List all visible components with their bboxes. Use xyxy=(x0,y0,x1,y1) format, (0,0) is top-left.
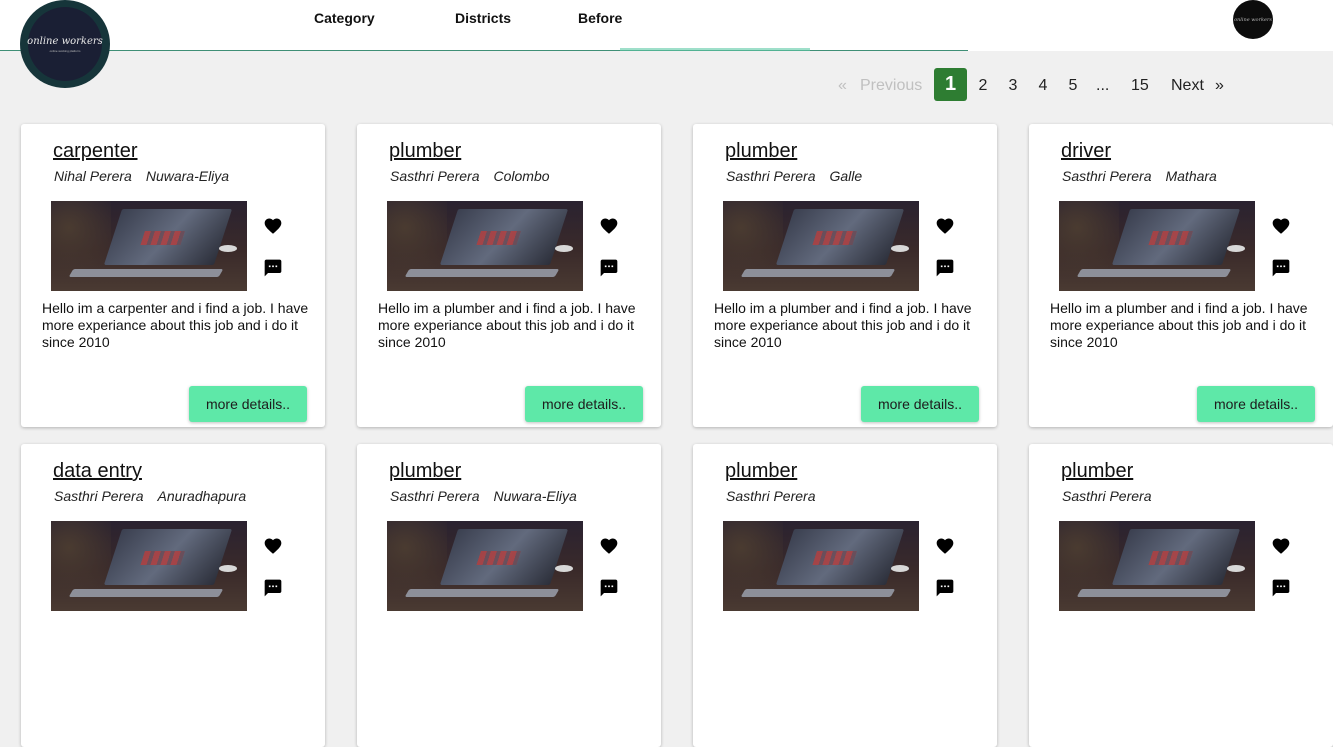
logo-text: online workers xyxy=(27,35,103,47)
heart-icon[interactable] xyxy=(1271,536,1291,556)
worker-district: Anuradhapura xyxy=(157,488,247,504)
worker-name: Sasthri Perera xyxy=(390,168,480,184)
worker-name: Sasthri Perera xyxy=(390,488,480,504)
job-title[interactable]: plumber xyxy=(389,460,461,483)
worker-district: Nuwara-Eliya xyxy=(145,168,230,184)
page-5-link[interactable]: 5 xyxy=(1067,68,1079,102)
nav-before[interactable]: Before xyxy=(578,10,622,26)
worker-district: Mathara xyxy=(1165,168,1217,184)
worker-name: Sasthri Perera xyxy=(726,488,816,504)
worker-name: Sasthri Perera xyxy=(1062,488,1152,504)
prev-arrow[interactable]: « xyxy=(838,68,847,102)
worker-name: Sasthri Perera xyxy=(726,168,816,184)
job-card: plumber Sasthri Perera Nuwara-Eliya xyxy=(357,444,661,747)
avatar-logo-text: online workers xyxy=(1234,16,1272,23)
chat-icon[interactable] xyxy=(263,258,283,278)
job-image xyxy=(1059,201,1255,291)
job-title[interactable]: plumber xyxy=(725,140,797,163)
chat-icon[interactable] xyxy=(1271,258,1291,278)
worker-district: Colombo xyxy=(493,168,550,184)
job-meta: Nihal Perera Nuwara-Eliya xyxy=(54,168,243,184)
pagination-ellipsis: ... xyxy=(1096,77,1110,94)
job-card: plumber Sasthri Perera Galle Hello im a p… xyxy=(693,124,997,427)
job-description: Hello im a plumber and i find a job. I h… xyxy=(378,300,636,350)
job-description: Hello im a carpenter and i find a job. I… xyxy=(42,300,309,350)
page-4-link[interactable]: 4 xyxy=(1037,68,1049,102)
page-3-link[interactable]: 3 xyxy=(1007,68,1019,102)
logo-badge: online workers online working platform xyxy=(27,7,103,81)
chat-icon[interactable] xyxy=(935,578,955,598)
nav-active-indicator xyxy=(620,48,810,51)
heart-icon[interactable] xyxy=(263,536,283,556)
page-1-current[interactable]: 1 xyxy=(934,68,967,101)
worker-district: Nuwara-Eliya xyxy=(493,488,577,504)
chat-icon[interactable] xyxy=(1271,578,1291,598)
job-description: Hello im a plumber and i find a job. I h… xyxy=(714,300,972,350)
job-card: plumber Sasthri Perera xyxy=(693,444,997,747)
job-meta: Sasthri Perera Anuradhapura xyxy=(54,488,260,504)
heart-icon[interactable] xyxy=(1271,216,1291,236)
job-image xyxy=(1059,521,1255,611)
heart-icon[interactable] xyxy=(599,216,619,236)
job-title[interactable]: data entry xyxy=(53,460,142,483)
worker-name: Sasthri Perera xyxy=(54,488,144,504)
chat-icon[interactable] xyxy=(263,578,283,598)
job-image xyxy=(723,521,919,611)
previous-page-link[interactable]: Previous xyxy=(860,68,922,102)
job-image xyxy=(51,521,247,611)
job-meta: Sasthri Perera Mathara xyxy=(1062,168,1231,184)
chat-icon[interactable] xyxy=(599,258,619,278)
job-title[interactable]: plumber xyxy=(1061,460,1133,483)
page-15-link[interactable]: 15 xyxy=(1131,68,1149,102)
job-card: plumber Sasthri Perera xyxy=(1029,444,1333,747)
nav-districts[interactable]: Districts xyxy=(455,10,511,26)
job-title[interactable]: carpenter xyxy=(53,140,138,163)
heart-icon[interactable] xyxy=(935,216,955,236)
job-title[interactable]: driver xyxy=(1061,140,1111,163)
user-avatar[interactable]: online workers xyxy=(1233,0,1273,39)
job-image xyxy=(387,201,583,291)
job-image xyxy=(723,201,919,291)
job-card: plumber Sasthri Perera Colombo Hello im a… xyxy=(357,124,661,427)
job-card: carpenter Nihal Perera Nuwara-Eliya Hello… xyxy=(21,124,325,427)
next-arrow[interactable]: » xyxy=(1215,68,1224,102)
more-details-button[interactable]: more details.. xyxy=(861,386,979,422)
page-2-link[interactable]: 2 xyxy=(977,68,989,102)
worker-name: Nihal Perera xyxy=(54,168,132,184)
chat-icon[interactable] xyxy=(599,578,619,598)
job-description: Hello im a plumber and i find a job. I h… xyxy=(1050,300,1308,350)
more-details-button[interactable]: more details.. xyxy=(189,386,307,422)
more-details-button[interactable]: more details.. xyxy=(525,386,643,422)
job-meta: Sasthri Perera xyxy=(1062,488,1179,504)
job-card: data entry Sasthri Perera Anuradhapura xyxy=(21,444,325,747)
header-divider xyxy=(0,50,968,51)
more-details-button[interactable]: more details.. xyxy=(1197,386,1315,422)
job-image xyxy=(387,521,583,611)
next-page-link[interactable]: Next xyxy=(1171,68,1204,102)
job-image xyxy=(51,201,247,291)
job-card: driver Sasthri Perera Mathara Hello im a … xyxy=(1029,124,1333,427)
job-meta: Sasthri Perera xyxy=(726,488,843,504)
top-navbar: Category Districts Before online workers xyxy=(0,0,1333,51)
worker-district: Galle xyxy=(829,168,863,184)
heart-icon[interactable] xyxy=(935,536,955,556)
job-meta: Sasthri Perera Galle xyxy=(726,168,876,184)
job-title[interactable]: plumber xyxy=(389,140,461,163)
job-meta: Sasthri Perera Nuwara-Eliya xyxy=(390,488,591,504)
site-logo[interactable]: online workers online working platform xyxy=(20,0,110,88)
nav-category[interactable]: Category xyxy=(314,10,375,26)
job-title[interactable]: plumber xyxy=(725,460,797,483)
job-meta: Sasthri Perera Colombo xyxy=(390,168,564,184)
heart-icon[interactable] xyxy=(263,216,283,236)
chat-icon[interactable] xyxy=(935,258,955,278)
heart-icon[interactable] xyxy=(599,536,619,556)
logo-subtext: online working platform xyxy=(49,48,81,53)
worker-name: Sasthri Perera xyxy=(1062,168,1152,184)
